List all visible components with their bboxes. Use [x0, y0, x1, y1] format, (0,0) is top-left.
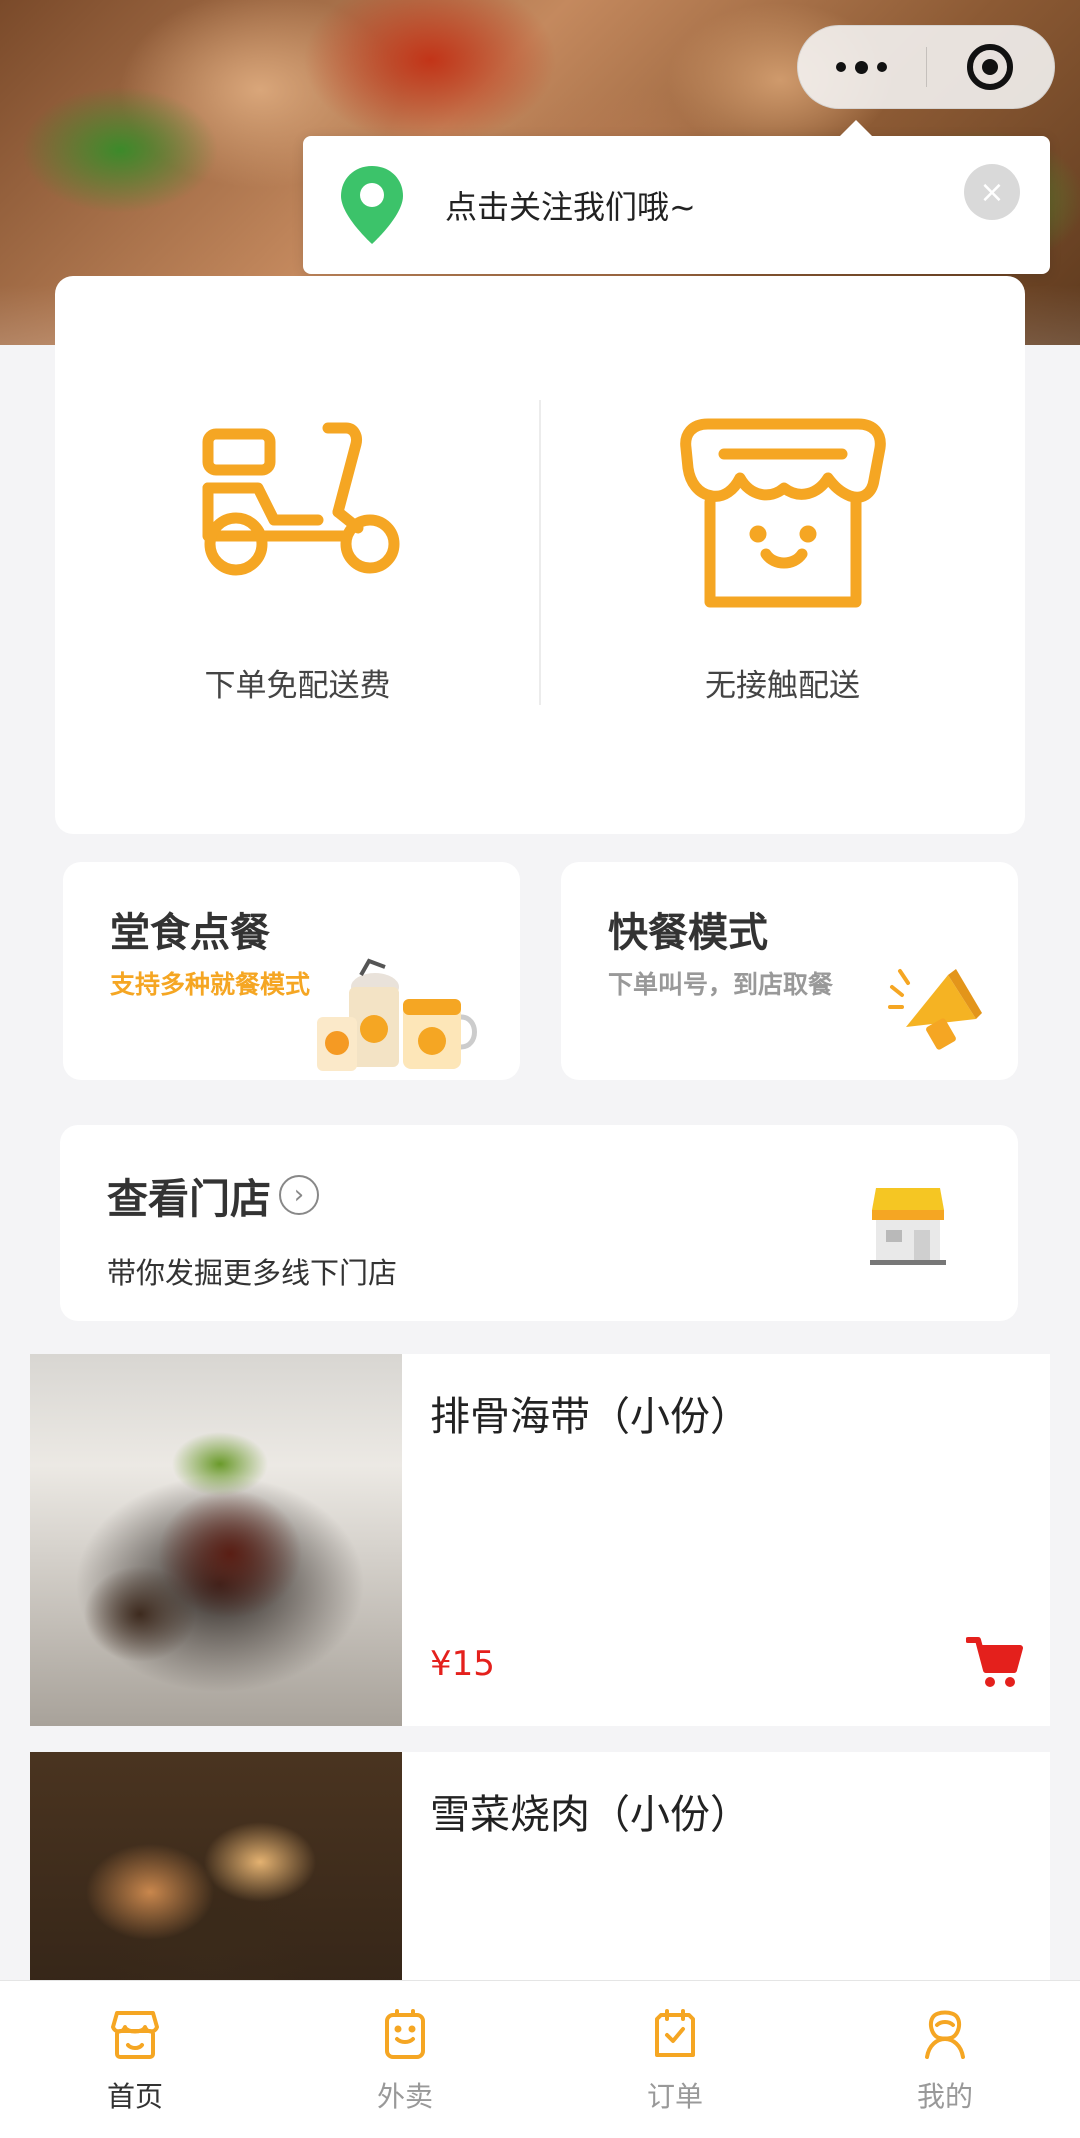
- fast-food-mode-card[interactable]: 快餐模式 下单叫号，到店取餐: [561, 862, 1018, 1080]
- location-pin-icon: [341, 166, 403, 244]
- view-stores-card[interactable]: 查看门店 › 带你发掘更多线下门店: [60, 1125, 1018, 1321]
- smiling-shop-icon: [679, 418, 886, 608]
- more-dots-icon[interactable]: [798, 26, 926, 108]
- feature-label: 下单免配送费: [204, 668, 391, 704]
- fast-food-subtitle: 下单叫号，到店取餐: [608, 970, 834, 999]
- dish-card[interactable]: 雪菜烧肉（小份）: [30, 1752, 1050, 1980]
- tab-label: 首页: [106, 2080, 163, 2113]
- megaphone-icon: [888, 969, 982, 1050]
- view-stores-title: 查看门店 ›: [107, 1165, 319, 1225]
- follow-tooltip-text: 点击关注我们哦~: [445, 188, 696, 226]
- tab-profile[interactable]: 我的: [810, 1981, 1080, 2138]
- tab-takeout[interactable]: 外卖: [270, 1981, 540, 2138]
- miniprogram-capsule: [797, 25, 1055, 109]
- feature-free-delivery: 下单免配送费: [55, 276, 540, 834]
- feature-label: 无接触配送: [705, 668, 860, 704]
- dish-image: [30, 1354, 402, 1726]
- tab-label: 我的: [916, 2080, 973, 2113]
- target-close-icon[interactable]: [926, 26, 1054, 108]
- dish-name: 排骨海带（小份）: [430, 1394, 750, 1440]
- view-stores-title-text: 查看门店: [107, 1175, 271, 1223]
- takeout-icon: [385, 2009, 425, 2059]
- dish-name: 雪菜烧肉（小份）: [430, 1792, 750, 1838]
- dine-in-subtitle: 支持多种就餐模式: [110, 970, 311, 999]
- bottom-tab-bar: 首页 外卖 订单 我的: [0, 1980, 1080, 2138]
- view-stores-subtitle: 带你发掘更多线下门店: [107, 1256, 398, 1290]
- dish-image: [30, 1752, 402, 1980]
- chevron-right-icon: ›: [279, 1175, 319, 1215]
- profile-icon: [925, 2010, 965, 2059]
- dine-in-title: 堂食点餐: [110, 910, 270, 956]
- dish-card[interactable]: 排骨海带（小份） ¥15: [30, 1354, 1050, 1726]
- tab-label: 订单: [646, 2080, 703, 2113]
- scooter-icon: [202, 422, 399, 576]
- fast-food-title: 快餐模式: [608, 910, 768, 956]
- close-icon[interactable]: ×: [964, 164, 1020, 220]
- dish-price: ¥15: [430, 1644, 495, 1684]
- storefront-icon: [870, 1188, 946, 1265]
- home-shop-icon: [111, 2011, 159, 2059]
- features-card: 下单免配送费 无接触配送: [55, 276, 1025, 834]
- tab-orders[interactable]: 订单: [540, 1981, 810, 2138]
- add-to-cart-icon[interactable]: [966, 1636, 1024, 1690]
- order-icon: [655, 2009, 695, 2057]
- dine-in-order-card[interactable]: 堂食点餐 支持多种就餐模式: [63, 862, 520, 1080]
- follow-tooltip[interactable]: 点击关注我们哦~ ×: [303, 120, 1050, 274]
- drinks-illustration-icon: [317, 958, 477, 1071]
- feature-contactless: 无接触配送: [540, 276, 1025, 834]
- tab-home[interactable]: 首页: [0, 1981, 270, 2138]
- tab-label: 外卖: [376, 2080, 433, 2113]
